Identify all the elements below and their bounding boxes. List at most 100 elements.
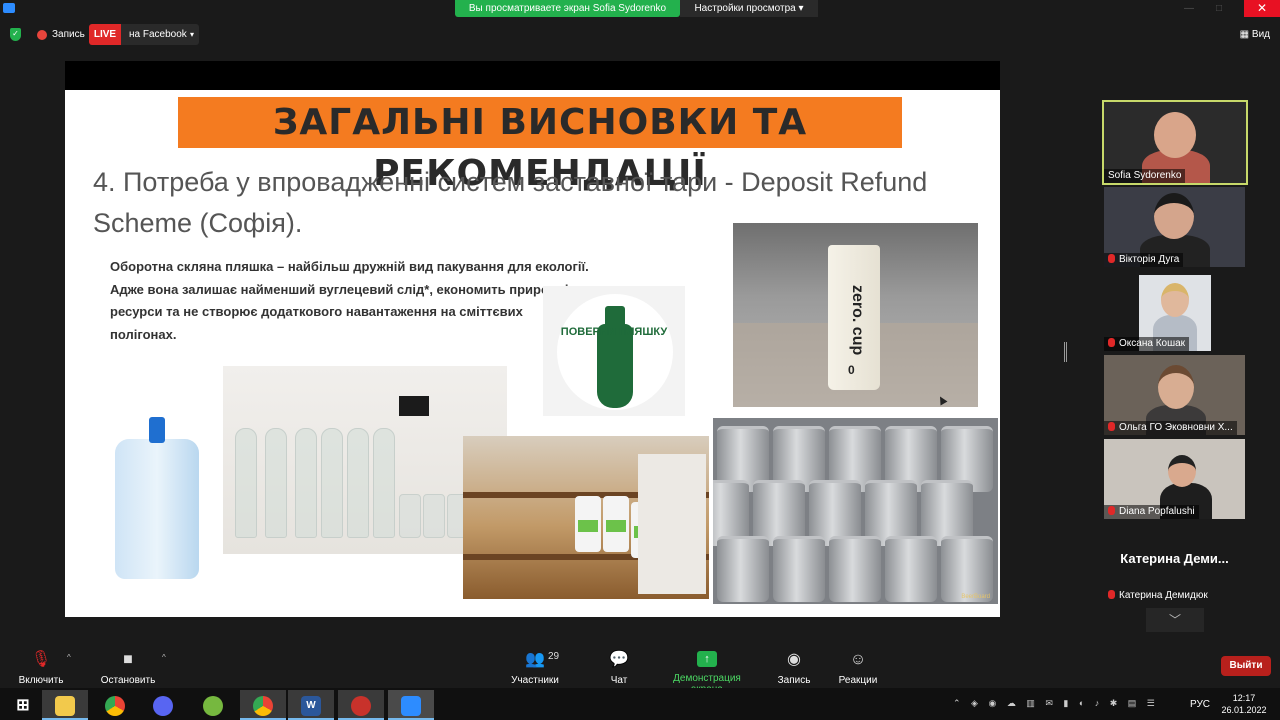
word-icon: W xyxy=(301,696,321,716)
record-icon: ◉ xyxy=(787,651,801,668)
shelf-label xyxy=(399,396,429,416)
view-settings-label: Настройки просмотра xyxy=(694,3,796,14)
participants-label: Участники xyxy=(511,675,559,686)
video-camera-icon: ■ xyxy=(123,651,133,668)
kegs-watermark: BeerBoard xyxy=(961,594,990,600)
jar xyxy=(423,494,445,538)
participant-name: Diana Popfalushi xyxy=(1104,505,1199,519)
taskbar-word[interactable]: W xyxy=(288,690,334,720)
refill-shop-photo xyxy=(463,436,709,599)
jar xyxy=(399,494,421,538)
keg xyxy=(717,536,769,602)
participant-tile[interactable]: Оксана Кошак xyxy=(1104,271,1245,351)
view-button[interactable]: ▦ Вид xyxy=(1240,29,1270,40)
participant-tile[interactable]: Ольга ГО Эковновни Х... xyxy=(1104,355,1245,435)
taskbar-utorrent[interactable] xyxy=(190,690,236,720)
video-options-caret[interactable]: ^ xyxy=(162,653,166,662)
chat-button[interactable]: 💬 Чат xyxy=(600,651,638,686)
shared-screen: ЗАГАЛЬНІ ВИСНОВКИ ТА РЕКОМЕНДАЦІЇ 4. Пот… xyxy=(65,61,1000,617)
reactions-label: Реакции xyxy=(838,675,878,686)
participant-name-text: Оксана Кошак xyxy=(1119,338,1186,349)
reactions-button[interactable]: ☺ Реакции xyxy=(836,651,880,686)
chat-label: Чат xyxy=(610,675,628,686)
panel-resize-handle[interactable] xyxy=(1064,342,1067,362)
bottle xyxy=(373,428,395,538)
chevron-down-icon: ▾ xyxy=(189,30,194,39)
logo-text: ПОВЕРНИ ПЛЯШКУ xyxy=(560,326,668,338)
taskbar-file-explorer[interactable] xyxy=(42,690,88,720)
participant-name: Вікторія Дуга xyxy=(1104,253,1184,267)
zoom-icon xyxy=(401,696,421,716)
cup: zero. cup 0 xyxy=(828,245,880,390)
live-target-dropdown[interactable]: на Facebook ▾ xyxy=(121,24,199,45)
grid-icon: ▦ xyxy=(1239,29,1252,40)
live-target-label: на Facebook xyxy=(129,29,187,40)
mic-off-icon xyxy=(1108,254,1115,263)
participant-name: Sofia Sydorenko xyxy=(1104,169,1186,183)
ccleaner-icon xyxy=(351,696,371,716)
chevron-down-icon: ▾ xyxy=(798,3,804,14)
participant-tile[interactable]: Катерина Деми... Катерина Демидюк xyxy=(1104,523,1245,603)
clock-time: 12:17 xyxy=(1232,693,1256,703)
live-badge[interactable]: LIVE xyxy=(89,24,121,45)
soap-label xyxy=(606,520,626,532)
beer-kegs-photo: BeerBoard xyxy=(713,418,998,604)
jug-cap xyxy=(149,417,165,443)
participant-tile[interactable]: Вікторія Дуга xyxy=(1104,187,1245,267)
system-tray-icons[interactable]: ⌃ ◈ ◉ ☁ ▥ ✉ ▮ ◐ ♪ ✱ ▤ ☰ xyxy=(953,698,1159,709)
slide-body-text: Оборотна скляна пляшка – найбільш дружні… xyxy=(110,259,589,342)
taskbar-chrome-window[interactable] xyxy=(240,690,286,720)
chevron-down-icon: ﹀ xyxy=(1168,613,1181,627)
taskbar-zoom[interactable] xyxy=(388,690,434,720)
recording-label: Запись xyxy=(52,29,85,40)
close-button[interactable]: ✕ xyxy=(1244,0,1280,17)
record-label: Запись xyxy=(777,675,811,686)
meeting-info-bar: ✓ Запись LIVE на Facebook ▾ ▦ Вид xyxy=(0,24,1280,46)
participant-name-text: Diana Popfalushi xyxy=(1119,506,1195,517)
participant-tile[interactable]: Diana Popfalushi xyxy=(1104,439,1245,519)
security-shield-icon[interactable]: ✓ xyxy=(10,28,21,41)
utorrent-icon xyxy=(203,696,223,716)
screen-share-banner: Вы просматриваете экран Sofia Sydorenko xyxy=(455,0,680,17)
jug-body xyxy=(115,439,199,579)
view-settings-dropdown[interactable]: Настройки просмотра ▾ xyxy=(680,0,818,17)
recording-icon xyxy=(37,30,47,40)
taskbar-clock[interactable]: 12:17 26.01.2022 xyxy=(1220,692,1268,716)
slide-title: ЗАГАЛЬНІ ВИСНОВКИ ТА РЕКОМЕНДАЦІЇ xyxy=(178,97,902,194)
minimize-button[interactable]: — xyxy=(1178,0,1200,17)
audio-options-caret[interactable]: ^ xyxy=(67,653,71,662)
record-button[interactable]: ◉ Запись xyxy=(774,651,814,686)
participant-name: Ольга ГО Эковновни Х... xyxy=(1104,421,1237,435)
participant-name-text: Ольга ГО Эковновни Х... xyxy=(1119,422,1233,433)
zoom-window: Вы просматриваете экран Sofia Sydorenko … xyxy=(0,0,1280,720)
view-label: Вид xyxy=(1251,29,1270,40)
soap-label xyxy=(578,520,598,532)
taskbar-chrome[interactable] xyxy=(92,690,138,720)
bottle xyxy=(321,428,343,538)
participant-name: Катерина Демидюк xyxy=(1104,589,1212,603)
participant-photo-head xyxy=(1168,455,1196,487)
mic-off-icon xyxy=(1108,338,1115,347)
logo-circle xyxy=(557,294,673,410)
keg xyxy=(829,536,881,602)
start-button[interactable]: ⊞ xyxy=(0,690,46,720)
taskbar-ccleaner[interactable] xyxy=(338,690,384,720)
input-language[interactable]: РУС xyxy=(1190,699,1210,710)
participant-photo-head xyxy=(1154,193,1194,239)
bottle xyxy=(235,428,257,538)
chrome-icon xyxy=(253,696,273,716)
participant-tile[interactable]: Sofia Sydorenko xyxy=(1102,100,1248,185)
cup-print: zero. cup xyxy=(849,285,866,356)
keg xyxy=(885,536,937,602)
presentation-slide: ЗАГАЛЬНІ ВИСНОВКИ ТА РЕКОМЕНДАЦІЇ 4. Пот… xyxy=(65,90,1000,617)
title-bar: Вы просматриваете экран Sofia Sydorenko … xyxy=(0,0,1280,18)
share-arrow-icon: ↑ xyxy=(697,651,717,667)
leave-meeting-button[interactable]: Выйти xyxy=(1221,656,1271,676)
mic-muted-icon: 🎙 xyxy=(30,651,52,668)
bottle xyxy=(265,428,287,538)
taskbar-discord[interactable] xyxy=(140,690,186,720)
chrome-icon xyxy=(105,696,125,716)
scroll-participants-down-button[interactable]: ﹀ xyxy=(1146,608,1204,632)
maximize-button[interactable]: □ xyxy=(1208,0,1230,17)
participant-name-text: Вікторія Дуга xyxy=(1119,254,1180,265)
